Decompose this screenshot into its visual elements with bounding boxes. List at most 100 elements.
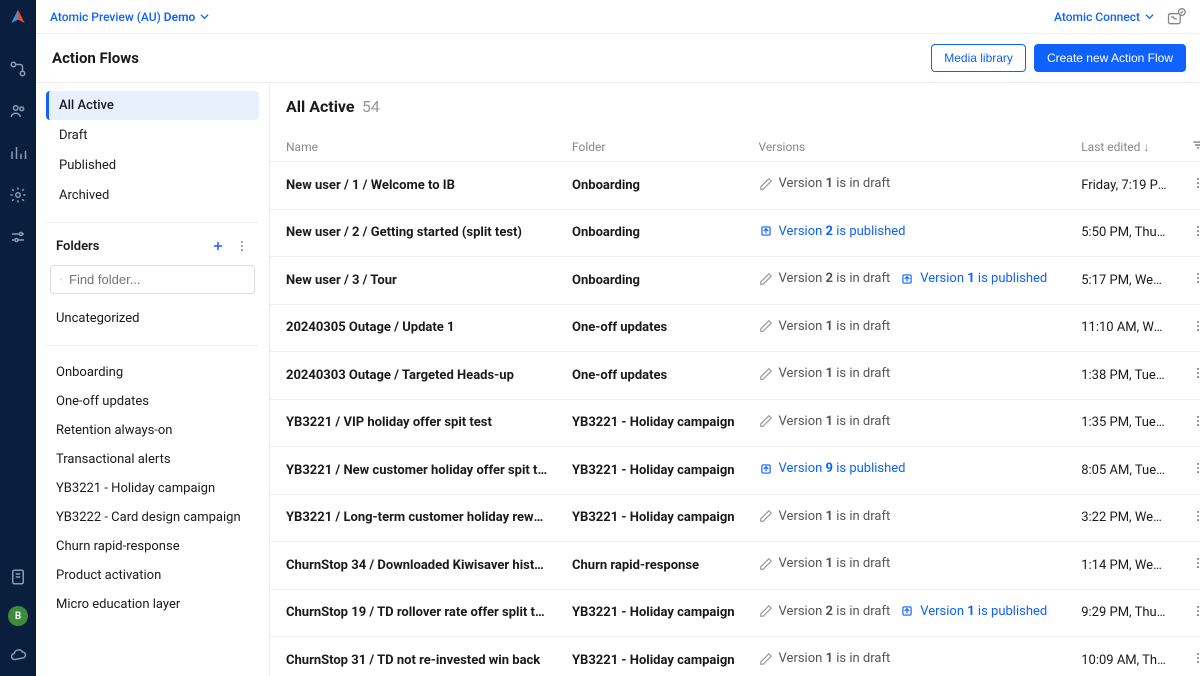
row-menu-button[interactable]: [1179, 589, 1200, 637]
env-label: Demo: [164, 10, 196, 24]
row-date: 1:35 PM, Tue 19 Mar: [1069, 399, 1179, 447]
row-date: 5:50 PM, Thu 21 Mar: [1069, 209, 1179, 257]
folder-item[interactable]: YB3221 - Holiday campaign: [46, 474, 259, 503]
org-switcher[interactable]: Atomic Preview (AU) Demo: [50, 10, 209, 24]
pencil-icon: [759, 652, 773, 666]
folder-search[interactable]: [50, 265, 255, 294]
row-versions: Version 2 is in draft Version 1 is publis…: [747, 257, 1070, 305]
create-action-flow-button[interactable]: Create new Action Flow: [1034, 44, 1186, 72]
row-date: 1:38 PM, Tue 19 Mar: [1069, 352, 1179, 400]
version-badge: Version 2 is in draft: [759, 271, 891, 286]
pencil-icon: [759, 319, 773, 333]
folder-item[interactable]: Retention always-on: [46, 416, 259, 445]
kebab-icon: [1191, 176, 1200, 190]
filter-published[interactable]: Published: [46, 151, 259, 180]
folder-item[interactable]: Churn rapid-response: [46, 532, 259, 561]
version-badge: Version 9 is published: [759, 461, 906, 476]
folder-search-input[interactable]: [69, 272, 245, 287]
folder-item[interactable]: Micro education layer: [46, 590, 259, 619]
version-badge: Version 1 is published: [900, 271, 1047, 286]
table-row[interactable]: New user / 2 / Getting started (split te…: [270, 209, 1200, 257]
analytics-icon[interactable]: [9, 144, 27, 162]
row-folder: Onboarding: [560, 209, 747, 257]
chevron-down-icon: [1145, 12, 1154, 21]
row-menu-button[interactable]: [1179, 209, 1200, 257]
page-header: Action Flows Media library Create new Ac…: [36, 34, 1200, 83]
folder-item[interactable]: Onboarding: [46, 358, 259, 387]
kebab-icon: [1191, 461, 1200, 475]
folder-uncategorized[interactable]: Uncategorized: [46, 304, 259, 333]
table-row[interactable]: New user / 3 / TourOnboardingVersion 2 i…: [270, 257, 1200, 305]
user-avatar[interactable]: B: [8, 606, 28, 626]
folder-item[interactable]: Transactional alerts: [46, 445, 259, 474]
row-date: 11:10 AM, Wed 20 Mar: [1069, 304, 1179, 352]
row-menu-button[interactable]: [1179, 637, 1200, 676]
kebab-icon: [1191, 271, 1200, 285]
table-row[interactable]: YB3221 / VIP holiday offer spit testYB32…: [270, 399, 1200, 447]
row-versions: Version 1 is in draft: [747, 304, 1070, 352]
col-header-name[interactable]: Name: [270, 132, 560, 162]
filter-draft[interactable]: Draft: [46, 121, 259, 150]
users-icon[interactable]: [9, 102, 27, 120]
filter-archived[interactable]: Archived: [46, 181, 259, 210]
row-menu-button[interactable]: [1179, 399, 1200, 447]
sidebar: All ActiveDraftPublishedArchived Folders: [36, 83, 270, 676]
row-folder: One-off updates: [560, 304, 747, 352]
table-row[interactable]: YB3221 / New customer holiday offer spit…: [270, 447, 1200, 495]
version-badge: Version 1 is in draft: [759, 319, 891, 334]
add-folder-button[interactable]: [207, 235, 229, 257]
kebab-icon: [1191, 509, 1200, 523]
row-menu-button[interactable]: [1179, 162, 1200, 210]
atomic-connect-link[interactable]: Atomic Connect: [1054, 10, 1154, 24]
row-date: 9:29 PM, Thu 7 Mar: [1069, 589, 1179, 637]
row-name: New user / 3 / Tour: [270, 257, 560, 305]
table-row[interactable]: 20240305 Outage / Update 1One-off update…: [270, 304, 1200, 352]
col-header-folder[interactable]: Folder: [560, 132, 747, 162]
row-menu-button[interactable]: [1179, 352, 1200, 400]
table-row[interactable]: ChurnStop 19 / TD rollover rate offer sp…: [270, 589, 1200, 637]
filter-all-active[interactable]: All Active: [46, 91, 259, 120]
row-menu-button[interactable]: [1179, 447, 1200, 495]
row-menu-button[interactable]: [1179, 304, 1200, 352]
row-menu-button[interactable]: [1179, 494, 1200, 542]
col-header-filter[interactable]: [1179, 132, 1200, 162]
version-badge: Version 1 is in draft: [759, 556, 891, 571]
cloud-icon[interactable]: [9, 646, 27, 664]
row-menu-button[interactable]: [1179, 542, 1200, 590]
row-versions: Version 1 is in draft: [747, 494, 1070, 542]
row-versions: Version 1 is in draft: [747, 399, 1070, 447]
row-name: 20240303 Outage / Targeted Heads-up: [270, 352, 560, 400]
version-badge: Version 2 is in draft: [759, 604, 891, 619]
published-icon: [759, 462, 773, 476]
row-name: ChurnStop 31 / TD not re-invested win ba…: [270, 637, 560, 676]
col-header-versions[interactable]: Versions: [747, 132, 1070, 162]
row-date: 8:05 AM, Tue 19 Mar: [1069, 447, 1179, 495]
inbox-check-icon[interactable]: [1166, 7, 1186, 27]
row-folder: One-off updates: [560, 352, 747, 400]
table-row[interactable]: New user / 1 / Welcome to IBOnboardingVe…: [270, 162, 1200, 210]
docs-icon[interactable]: [9, 568, 27, 586]
published-icon: [900, 604, 914, 618]
folder-item[interactable]: Product activation: [46, 561, 259, 590]
version-badge: Version 1 is published: [900, 604, 1047, 619]
flows-icon[interactable]: [9, 60, 27, 78]
row-menu-button[interactable]: [1179, 257, 1200, 305]
table-row[interactable]: YB3221 / Long-term customer holiday rewa…: [270, 494, 1200, 542]
kebab-icon: [1191, 224, 1200, 238]
media-library-button[interactable]: Media library: [931, 44, 1026, 72]
row-name: YB3221 / VIP holiday offer spit test: [270, 399, 560, 447]
col-header-last-edited[interactable]: Last edited ↓: [1069, 132, 1179, 162]
row-name: YB3221 / Long-term customer holiday rewa…: [270, 494, 560, 542]
sliders-icon[interactable]: [9, 228, 27, 246]
topbar: Atomic Preview (AU) Demo Atomic Connect: [36, 0, 1200, 34]
folder-options-button[interactable]: [231, 235, 253, 257]
settings-gear-icon[interactable]: [9, 186, 27, 204]
table-row[interactable]: ChurnStop 34 / Downloaded Kiwisaver hist…: [270, 542, 1200, 590]
table-row[interactable]: ChurnStop 31 / TD not re-invested win ba…: [270, 637, 1200, 676]
pencil-icon: [759, 509, 773, 523]
folder-item[interactable]: YB3222 - Card design campaign: [46, 503, 259, 532]
row-versions: Version 2 is in draft Version 1 is publis…: [747, 589, 1070, 637]
table-row[interactable]: 20240303 Outage / Targeted Heads-upOne-o…: [270, 352, 1200, 400]
folders-heading: Folders: [56, 239, 99, 254]
folder-item[interactable]: One-off updates: [46, 387, 259, 416]
